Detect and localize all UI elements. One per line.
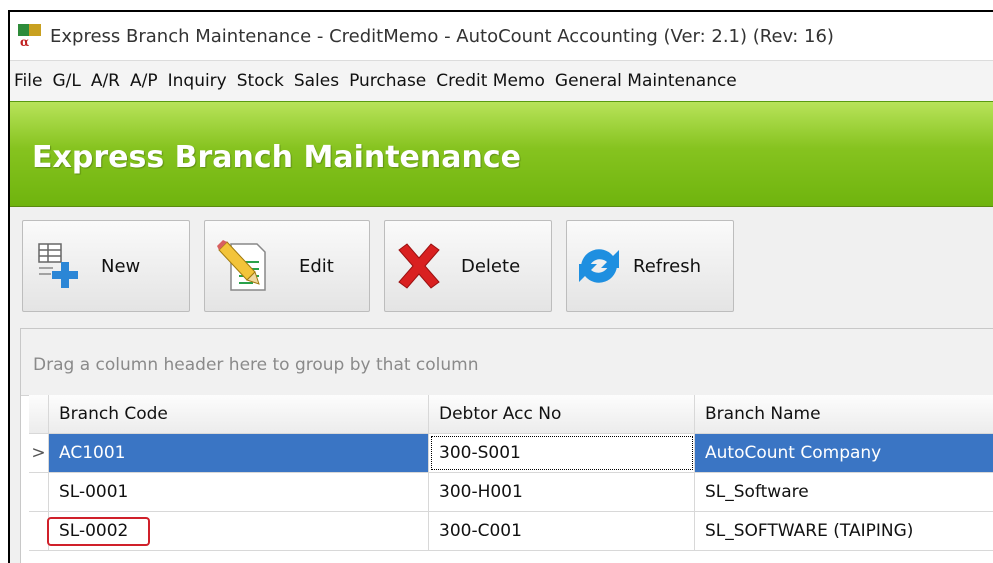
cell-branch-name[interactable]: SL_Software bbox=[695, 473, 993, 511]
row-indicator bbox=[29, 512, 49, 550]
grid-panel: Drag a column header here to group by th… bbox=[20, 328, 993, 563]
cell-branch-name[interactable]: AutoCount Company bbox=[695, 434, 993, 472]
group-by-area[interactable]: Drag a column header here to group by th… bbox=[21, 329, 993, 396]
refresh-button[interactable]: Refresh bbox=[566, 220, 734, 312]
menu-stock[interactable]: Stock bbox=[237, 71, 284, 91]
menu-purchase[interactable]: Purchase bbox=[349, 71, 426, 91]
menu-bar: File G/L A/R A/P Inquiry Stock Sales Pur… bbox=[10, 61, 993, 101]
menu-ap[interactable]: A/P bbox=[130, 71, 158, 91]
delete-button-label: Delete bbox=[461, 255, 521, 277]
cell-branch-code[interactable]: SL-0001 bbox=[49, 473, 429, 511]
column-header-branch-code[interactable]: Branch Code bbox=[49, 395, 429, 433]
page-title: Express Branch Maintenance bbox=[32, 140, 521, 175]
header-banner: Express Branch Maintenance bbox=[10, 101, 993, 207]
table-row[interactable]: SL-0002 300-C001 SL_SOFTWARE (TAIPING) bbox=[29, 512, 993, 551]
group-by-hint: Drag a column header here to group by th… bbox=[33, 355, 479, 375]
table-row[interactable]: SL-0001 300-H001 SL_Software bbox=[29, 473, 993, 512]
branch-grid: Branch Code Debtor Acc No Branch Name > … bbox=[29, 395, 993, 551]
autocount-app-icon: α bbox=[18, 24, 42, 48]
edit-button[interactable]: Edit bbox=[204, 220, 370, 312]
cell-branch-name[interactable]: SL_SOFTWARE (TAIPING) bbox=[695, 512, 993, 550]
row-indicator: > bbox=[29, 434, 49, 472]
cell-debtor-acc-no[interactable]: 300-C001 bbox=[429, 512, 695, 550]
menu-general-maintenance[interactable]: General Maintenance bbox=[555, 71, 737, 91]
title-bar: α Express Branch Maintenance - CreditMem… bbox=[10, 12, 993, 61]
cell-debtor-acc-no[interactable]: 300-H001 bbox=[429, 473, 695, 511]
delete-button[interactable]: Delete bbox=[384, 220, 552, 312]
annotation-highlight-box bbox=[47, 517, 150, 546]
app-window: α Express Branch Maintenance - CreditMem… bbox=[8, 10, 993, 563]
menu-inquiry[interactable]: Inquiry bbox=[168, 71, 227, 91]
grid-header-row: Branch Code Debtor Acc No Branch Name bbox=[29, 395, 993, 434]
refresh-button-label: Refresh bbox=[633, 255, 701, 277]
edit-pencil-icon bbox=[217, 240, 269, 292]
delete-x-icon bbox=[393, 240, 445, 292]
window-title: Express Branch Maintenance - CreditMemo … bbox=[50, 25, 834, 47]
new-button[interactable]: New bbox=[22, 220, 190, 312]
menu-ar[interactable]: A/R bbox=[91, 71, 120, 91]
cell-debtor-acc-no[interactable]: 300-S001 bbox=[429, 434, 695, 472]
column-header-branch-name[interactable]: Branch Name bbox=[695, 395, 993, 433]
menu-gl[interactable]: G/L bbox=[52, 71, 80, 91]
menu-file[interactable]: File bbox=[14, 71, 42, 91]
new-button-label: New bbox=[101, 255, 141, 277]
edit-button-label: Edit bbox=[299, 255, 334, 277]
toolbar: New Edit Delete Refresh bbox=[10, 206, 993, 328]
cell-branch-code[interactable]: AC1001 bbox=[49, 434, 429, 472]
menu-sales[interactable]: Sales bbox=[294, 71, 339, 91]
refresh-arrows-icon bbox=[573, 240, 625, 292]
menu-credit-memo[interactable]: Credit Memo bbox=[436, 71, 545, 91]
row-indicator bbox=[29, 473, 49, 511]
column-header-debtor-acc-no[interactable]: Debtor Acc No bbox=[429, 395, 695, 433]
header-indicator bbox=[29, 395, 49, 433]
new-grid-plus-icon bbox=[35, 240, 87, 292]
table-row[interactable]: > AC1001 300-S001 AutoCount Company bbox=[29, 434, 993, 473]
